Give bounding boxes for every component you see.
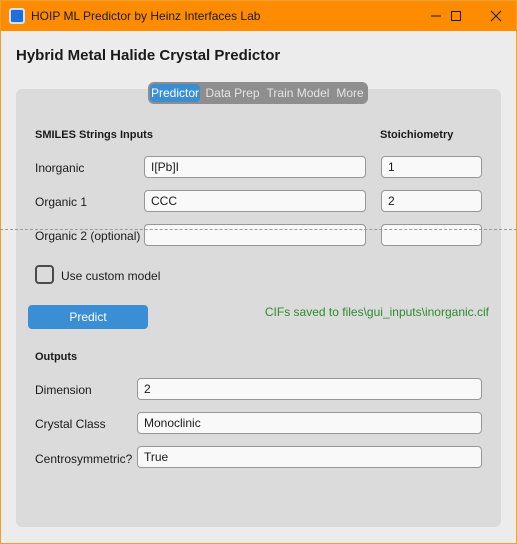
app-icon: [9, 8, 25, 24]
dimension-field[interactable]: 2: [137, 378, 482, 400]
crystal-class-field[interactable]: Monoclinic: [137, 412, 482, 434]
maximize-button[interactable]: [436, 1, 476, 31]
inorganic-stoich-field[interactable]: 1: [381, 156, 482, 178]
centrosymmetric-label: Centrosymmetric?: [35, 452, 133, 466]
close-button[interactable]: [476, 1, 516, 31]
custom-model-label: Use custom model: [61, 269, 161, 283]
dimension-label: Dimension: [35, 383, 92, 397]
organic-2-stoich-field[interactable]: [381, 224, 482, 246]
organic-1-stoich-field[interactable]: 2: [381, 190, 482, 212]
close-icon: [490, 10, 502, 22]
organic-1-smiles-field[interactable]: CCC: [144, 190, 366, 212]
maximize-icon: [451, 11, 461, 21]
tab-predictor[interactable]: Predictor: [150, 84, 200, 102]
tab-more[interactable]: More: [335, 84, 365, 102]
tab-bar: Predictor Data Prep Train Model More: [148, 82, 368, 104]
outputs-heading: Outputs: [35, 351, 78, 363]
stoichiometry-heading: Stoichiometry: [380, 129, 454, 141]
status-message: CIFs saved to files\gui_inputs\inorganic…: [264, 305, 489, 319]
organic-2-smiles-field[interactable]: [144, 224, 366, 246]
app-window: HOIP ML Predictor by Heinz Interfaces La…: [0, 0, 517, 544]
crystal-class-label: Crystal Class: [35, 417, 106, 431]
tab-train-model[interactable]: Train Model: [266, 84, 330, 102]
custom-model-checkbox[interactable]: [35, 265, 54, 284]
tab-data-prep[interactable]: Data Prep: [205, 84, 260, 102]
smiles-heading: SMILES Strings Inputs: [35, 129, 153, 141]
dashed-guide-line: [0, 229, 517, 230]
inorganic-smiles-field[interactable]: I[Pb]I: [144, 156, 366, 178]
organic-1-label: Organic 1: [35, 195, 88, 209]
window-title: HOIP ML Predictor by Heinz Interfaces La…: [31, 9, 261, 23]
organic-2-label: Organic 2 (optional): [35, 229, 141, 243]
inorganic-label: Inorganic: [35, 161, 85, 175]
predict-button[interactable]: Predict: [28, 305, 148, 329]
centrosymmetric-field[interactable]: True: [137, 446, 482, 468]
title-bar[interactable]: HOIP ML Predictor by Heinz Interfaces La…: [1, 1, 516, 31]
page-title: Hybrid Metal Halide Crystal Predictor: [16, 47, 281, 64]
